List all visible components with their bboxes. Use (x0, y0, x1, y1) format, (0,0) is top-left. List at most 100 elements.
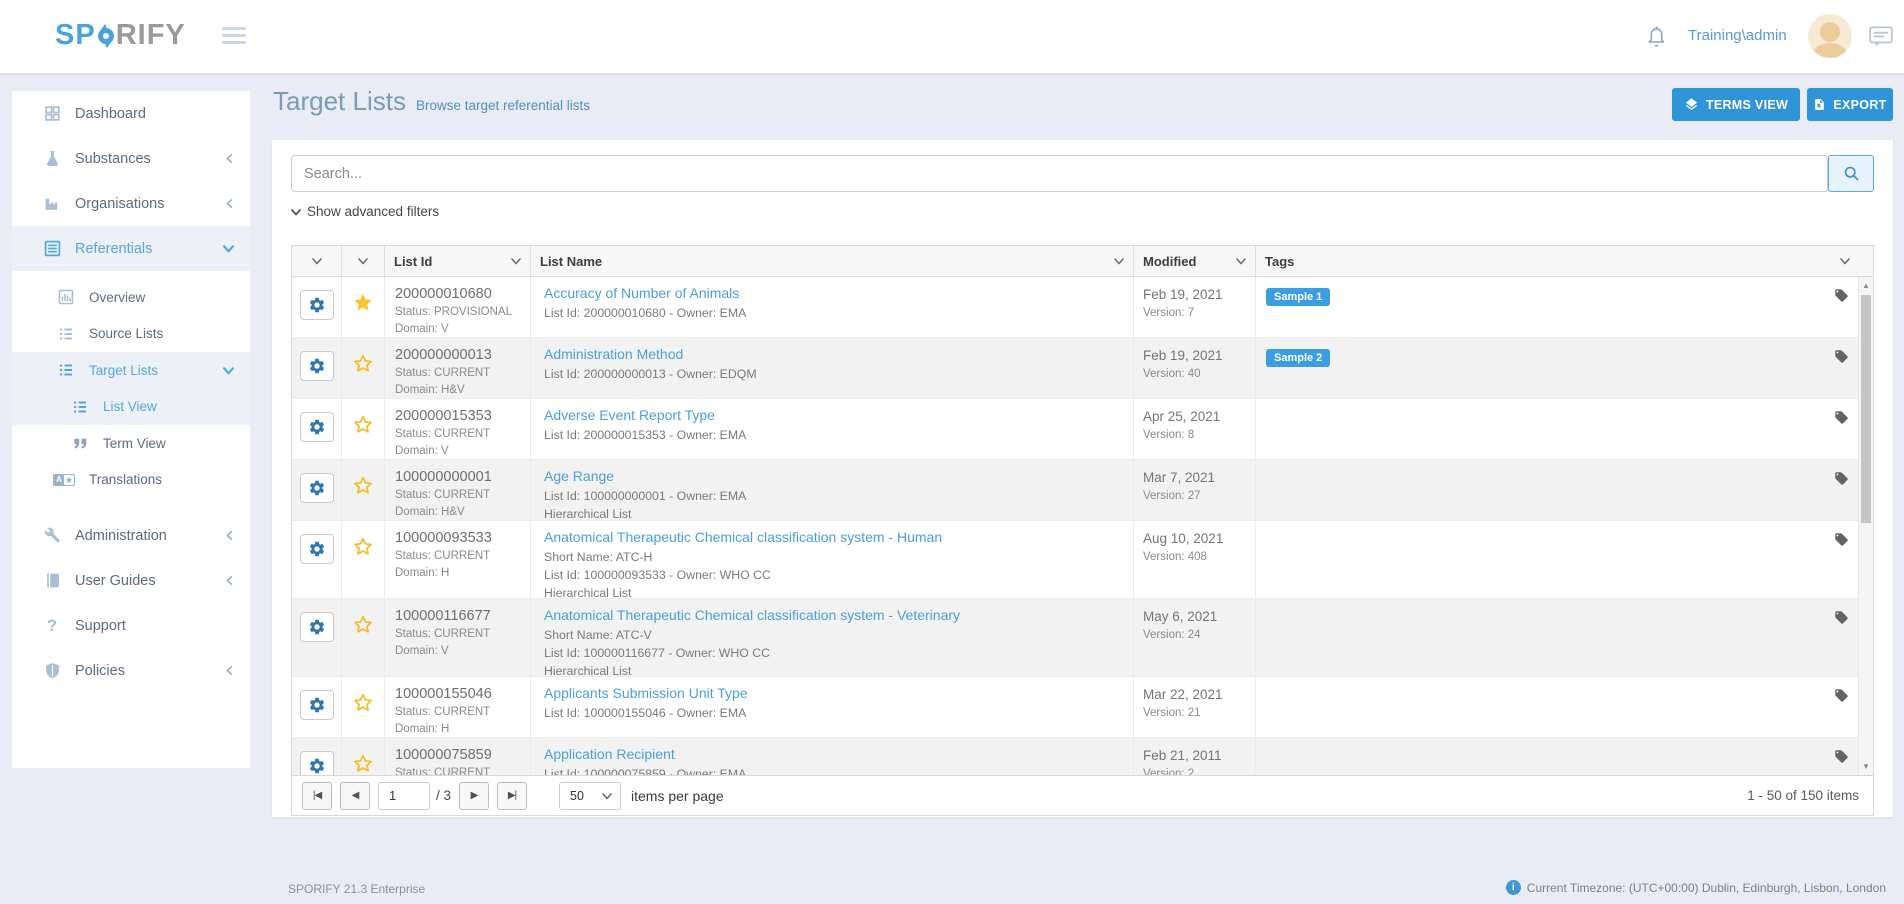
list-name-subtext: List Id: 200000000013 - Owner: EDQM (544, 367, 1123, 382)
favorite-star-icon[interactable] (352, 692, 384, 714)
favorite-star-icon[interactable] (352, 536, 384, 558)
quotes-icon (70, 437, 90, 450)
column-header-modified[interactable]: Modified (1134, 246, 1256, 276)
favorite-star-icon[interactable] (352, 614, 384, 636)
list-name-link[interactable]: Anatomical Therapeutic Chemical classifi… (544, 607, 960, 623)
favorite-star-icon[interactable] (352, 753, 384, 775)
sidebar-item-source-lists[interactable]: Source Lists (12, 316, 250, 353)
table-scrollbar[interactable]: ▲ ▼ (1858, 277, 1873, 775)
list-domain: Domain: H (395, 566, 522, 581)
notifications-bell-icon[interactable] (1645, 24, 1668, 49)
hamburger-menu-icon[interactable] (222, 27, 246, 48)
tag-icon[interactable] (1834, 749, 1849, 764)
current-user-label[interactable]: Training\admin (1688, 27, 1787, 44)
tag-icon[interactable] (1834, 349, 1849, 364)
row-actions-button[interactable] (300, 690, 334, 720)
page-size-select[interactable]: 50 (559, 782, 621, 810)
tag-badge: Sample 2 (1266, 349, 1330, 367)
sidebar: Dashboard Substances Organisations Refer… (12, 91, 250, 768)
sidebar-item-list-view[interactable]: List View (12, 389, 250, 426)
row-actions-button[interactable] (300, 351, 334, 381)
sidebar-item-overview[interactable]: Overview (12, 279, 250, 316)
search-button[interactable] (1828, 155, 1874, 192)
row-actions-button[interactable] (300, 534, 334, 564)
tag-icon[interactable] (1834, 610, 1849, 625)
chevron-down-icon[interactable] (1114, 256, 1124, 266)
list-name-link[interactable]: Anatomical Therapeutic Chemical classifi… (544, 529, 942, 545)
sidebar-item-term-view[interactable]: Term View (12, 425, 250, 462)
prev-page-button[interactable]: ◀ (340, 782, 370, 810)
chevron-down-icon[interactable] (1236, 256, 1246, 266)
row-actions-button[interactable] (300, 751, 334, 775)
favorite-star-icon[interactable] (352, 353, 384, 375)
avatar[interactable] (1808, 14, 1852, 58)
row-actions-button[interactable] (300, 412, 334, 442)
table-row: 100000116677 Status: CURRENT Domain: V A… (292, 599, 1873, 677)
list-name-subtext: Hierarchical List (544, 507, 1123, 520)
favorite-star-icon[interactable] (352, 292, 384, 314)
list-status: Status: CURRENT (395, 366, 522, 381)
items-range-label: 1 - 50 of 150 items (1747, 788, 1863, 803)
list-name-link[interactable]: Administration Method (544, 346, 683, 362)
column-header-tags[interactable]: Tags (1256, 246, 1873, 276)
favorite-star-icon[interactable] (352, 414, 384, 436)
first-page-button[interactable]: |◀ (302, 782, 332, 810)
chevron-down-icon[interactable] (511, 256, 521, 266)
page-number-input[interactable] (378, 782, 430, 810)
tag-icon[interactable] (1834, 410, 1849, 425)
list-name-link[interactable]: Application Recipient (544, 746, 675, 762)
list-name-subtext: Hierarchical List (544, 664, 1123, 676)
favorite-star-icon[interactable] (352, 475, 384, 497)
chevron-down-icon[interactable] (1840, 256, 1850, 266)
chat-icon[interactable] (1868, 24, 1894, 50)
sidebar-item-substances[interactable]: Substances (12, 136, 250, 181)
chevron-left-icon (225, 153, 234, 164)
tag-icon[interactable] (1834, 471, 1849, 486)
show-advanced-filters-toggle[interactable]: Show advanced filters (291, 204, 439, 219)
scroll-up-arrow[interactable]: ▲ (1859, 281, 1873, 290)
row-actions-button[interactable] (300, 290, 334, 320)
sidebar-item-referentials[interactable]: Referentials (12, 226, 250, 271)
shield-icon (42, 662, 62, 679)
sidebar-item-label: Policies (75, 663, 125, 679)
column-header-list-name[interactable]: List Name (531, 246, 1134, 276)
last-page-button[interactable]: ▶| (497, 782, 527, 810)
scroll-down-arrow[interactable]: ▼ (1859, 762, 1873, 771)
row-actions-button[interactable] (300, 612, 334, 642)
tag-icon[interactable] (1834, 688, 1849, 703)
export-button[interactable]: EXPORT (1807, 88, 1893, 121)
modified-date: Mar 22, 2021 (1143, 686, 1249, 703)
column-header-favorite[interactable] (342, 246, 385, 276)
sidebar-item-user-guides[interactable]: User Guides (12, 558, 250, 603)
scrollbar-thumb[interactable] (1861, 295, 1871, 523)
sidebar-item-target-lists[interactable]: Target Lists (12, 352, 250, 389)
list-name-link[interactable]: Age Range (544, 468, 614, 484)
row-actions-button[interactable] (300, 473, 334, 503)
chevron-down-icon[interactable] (312, 256, 322, 266)
chevron-down-icon[interactable] (358, 256, 368, 266)
version: Version: 8 (1143, 427, 1249, 443)
chevron-down-icon (291, 207, 301, 217)
search-input[interactable] (291, 155, 1828, 192)
list-id: 200000015353 (395, 407, 522, 425)
footer-version-label: SPORIFY 21.3 Enterprise (288, 882, 425, 896)
tag-icon[interactable] (1834, 288, 1849, 303)
terms-view-button[interactable]: TERMS VIEW (1672, 88, 1800, 121)
sidebar-item-administration[interactable]: Administration (12, 513, 250, 558)
list-name-link[interactable]: Accuracy of Number of Animals (544, 285, 739, 301)
list-name-subtext: List Id: 100000000001 - Owner: EMA (544, 489, 1123, 504)
next-page-button[interactable]: ▶ (459, 782, 489, 810)
version: Version: 21 (1143, 705, 1249, 721)
sidebar-item-translations[interactable]: A Translations (12, 462, 250, 499)
sidebar-item-organisations[interactable]: Organisations (12, 181, 250, 226)
column-header-actions[interactable] (292, 246, 342, 276)
list-name-link[interactable]: Adverse Event Report Type (544, 407, 715, 423)
table-row: 200000010680 Status: PROVISIONAL Domain:… (292, 277, 1873, 338)
column-header-list-id[interactable]: List Id (385, 246, 531, 276)
tag-icon[interactable] (1834, 532, 1849, 547)
sidebar-item-policies[interactable]: Policies (12, 648, 250, 693)
logo-text-rify: RIFY (116, 19, 186, 52)
sidebar-item-dashboard[interactable]: Dashboard (12, 91, 250, 136)
sidebar-item-support[interactable]: ? Support (12, 603, 250, 648)
list-name-link[interactable]: Applicants Submission Unit Type (544, 685, 748, 701)
